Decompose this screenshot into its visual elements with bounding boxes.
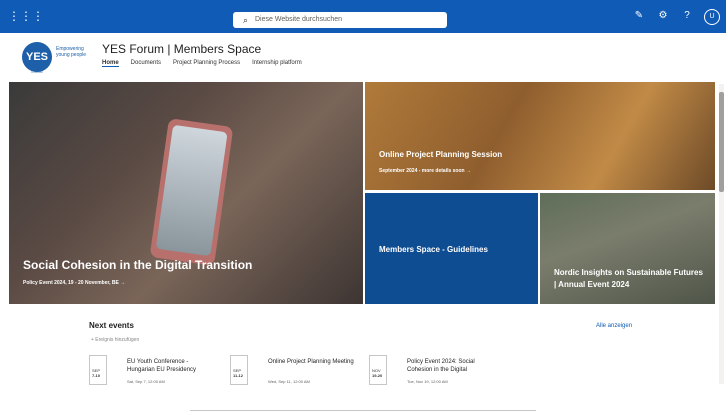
waffle-icon[interactable]: ⋮⋮⋮ — [8, 8, 44, 24]
help-icon[interactable]: ? — [680, 9, 694, 23]
scrollbar-thumb[interactable] — [719, 92, 724, 192]
event-title: Policy Event 2024: Social Cohesion in th… — [407, 359, 475, 373]
event-time: Tue, Nov 19, 12:00 AM — [407, 379, 448, 384]
divider — [190, 410, 536, 411]
events-heading: Next events — [89, 321, 134, 330]
hero-nordic-title: Nordic Insights on Sustainable Futures |… — [554, 268, 703, 289]
hero-tile-main[interactable]: Social Cohesion in the Digital Transitio… — [9, 82, 363, 304]
phone-image — [149, 118, 234, 266]
event-time: Wed, Sep 11, 12:00 AM — [268, 379, 310, 384]
avatar[interactable]: U — [704, 9, 720, 25]
nav-item-project-planning[interactable]: Project Planning Process — [173, 60, 240, 67]
hero-tile-nordic[interactable]: Nordic Insights on Sustainable Futures |… — [540, 193, 715, 304]
hero-guidelines-title: Members Space - Guidelines — [379, 245, 488, 254]
hero-tile-online-session[interactable]: Online Project Planning Session Septembe… — [365, 82, 715, 190]
see-all-link[interactable]: Alle anzeigen — [596, 323, 632, 329]
site-nav: Home Documents Project Planning Process … — [102, 60, 302, 67]
event-time: Sat, Sep 7, 12:00 AM — [127, 379, 165, 384]
event-date: SEP 11-12 — [230, 355, 248, 385]
add-event-link[interactable]: + Ereignis hinzufügen — [91, 337, 139, 343]
nav-item-internship[interactable]: Internship platform — [252, 60, 302, 67]
event-title: EU Youth Conference - Hungarian EU Presi… — [127, 359, 197, 373]
gear-icon[interactable]: ⚙ — [656, 9, 670, 23]
hero-main-title: Social Cohesion in the Digital Transitio… — [23, 258, 253, 272]
suite-bar-actions: ✎ ⚙ ? U — [632, 9, 720, 25]
event-title: Online Project Planning Meeting — [268, 359, 354, 365]
search-icon: ⌕ — [243, 15, 249, 25]
nav-item-home[interactable]: Home — [102, 60, 119, 67]
search-placeholder: Diese Website durchsuchen — [255, 16, 343, 23]
hero-online-subtitle: September 2024 - more details soon → — [379, 168, 471, 174]
site-logo[interactable]: YES — [22, 42, 52, 72]
hero-tile-guidelines[interactable]: Members Space - Guidelines — [365, 193, 538, 304]
event-date: SEP 7-10 — [89, 355, 107, 385]
site-header — [0, 33, 726, 81]
hero-online-title: Online Project Planning Session — [379, 150, 503, 159]
nav-item-documents[interactable]: Documents — [131, 60, 161, 67]
event-date: NOV 19-20 — [369, 355, 387, 385]
hero-main-subtitle: Policy Event 2024, 19 - 20 November, BE … — [23, 280, 126, 286]
megaphone-icon[interactable]: ✎ — [632, 9, 646, 23]
site-logo-sub: FORUM — [31, 70, 43, 74]
site-tagline: Empowering young people — [56, 46, 87, 58]
site-title[interactable]: YES Forum | Members Space — [102, 42, 261, 56]
search-box[interactable]: ⌕ Diese Website durchsuchen — [233, 12, 447, 28]
suite-bar: ⋮⋮⋮ ⌕ Diese Website durchsuchen ✎ ⚙ ? U — [0, 0, 726, 33]
